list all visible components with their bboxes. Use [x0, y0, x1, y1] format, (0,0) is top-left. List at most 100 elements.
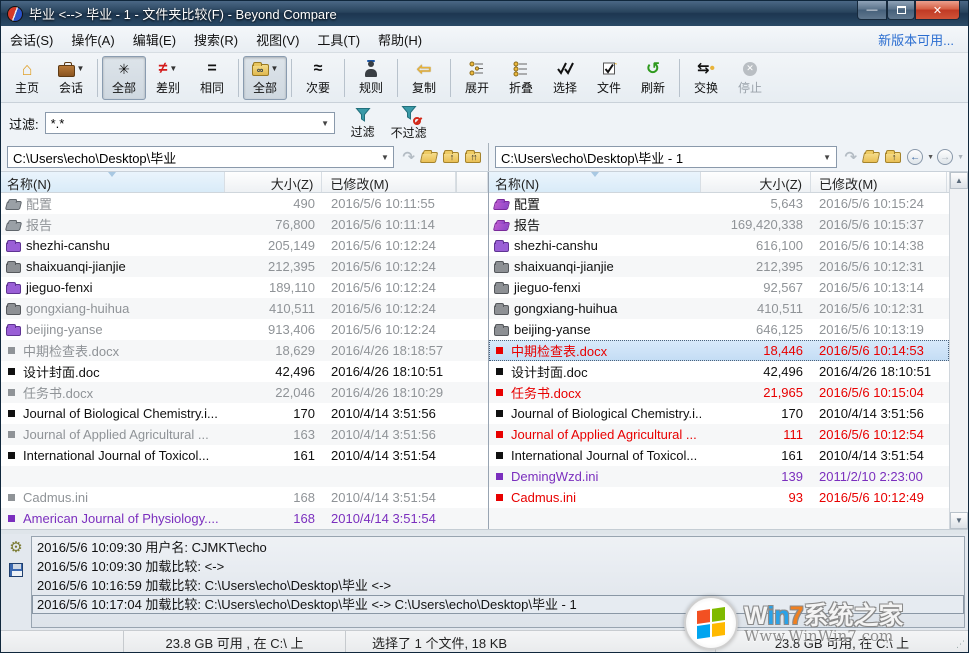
- file-row[interactable]: 配置4902016/5/6 10:11:55: [1, 193, 488, 214]
- toolbar-button-label: 刷新: [641, 79, 665, 96]
- file-row[interactable]: shaixuanqi-jianjie212,3952016/5/6 10:12:…: [1, 256, 488, 277]
- menu-item[interactable]: 搜索(R): [185, 29, 247, 52]
- menu-item[interactable]: 帮助(H): [369, 29, 431, 52]
- file-row[interactable]: Journal of Biological Chemistry.i...1702…: [1, 403, 488, 424]
- dropdown-caret-icon[interactable]: ▼: [77, 64, 85, 73]
- toolbar-button-iconwrap: [364, 59, 378, 79]
- filter-dropdown-icon[interactable]: ▼: [317, 113, 334, 133]
- file-row[interactable]: shezhi-canshu205,1492016/5/6 10:12:24: [1, 235, 488, 256]
- file-row[interactable]: Cadmus.ini932016/5/6 10:12:49: [489, 487, 949, 508]
- toolbar-button-session-briefcase[interactable]: ▼会话: [49, 56, 93, 100]
- left-path-combobox[interactable]: C:\Users\echo\Desktop\毕业 ▼: [7, 146, 394, 168]
- row-name: 设计封面.doc: [23, 362, 100, 381]
- menu-item[interactable]: 视图(V): [247, 29, 308, 52]
- file-row[interactable]: shaixuanqi-jianjie212,3952016/5/6 10:12:…: [489, 256, 949, 277]
- file-row[interactable]: Journal of Biological Chemistry.i...1702…: [489, 403, 949, 424]
- file-row[interactable]: beijing-yanse913,4062016/5/6 10:12:24: [1, 319, 488, 340]
- toolbar-button-copy-arrow[interactable]: ⇦复制: [402, 56, 446, 100]
- column-header-size[interactable]: 大小(Z): [225, 172, 323, 192]
- file-row[interactable]: 中期检查表.docx18,6292016/4/26 18:18:57: [1, 340, 488, 361]
- menu-item[interactable]: 编辑(E): [124, 29, 185, 52]
- menu-item[interactable]: 操作(A): [62, 29, 123, 52]
- row-modified: 2016/4/26 18:10:29: [323, 385, 457, 400]
- file-row[interactable]: 中期检查表.docx18,4462016/5/6 10:14:53: [489, 340, 949, 361]
- file-row[interactable]: International Journal of Toxicol...16120…: [1, 445, 488, 466]
- title-bar: 毕业 <--> 毕业 - 1 - 文件夹比较(F) - Beyond Compa…: [1, 1, 968, 26]
- log-options-gear-icon[interactable]: ⚙: [9, 540, 22, 555]
- file-row[interactable]: gongxiang-huihua410,5112016/5/6 10:12:24: [1, 298, 488, 319]
- row-name-cell: gongxiang-huihua: [1, 301, 225, 316]
- scroll-down-icon[interactable]: ▼: [950, 512, 968, 529]
- file-row[interactable]: [1, 466, 488, 487]
- scroll-up-icon[interactable]: ▲: [950, 172, 968, 189]
- file-row[interactable]: Journal of Applied Agricultural ...16320…: [1, 424, 488, 445]
- dropdown-caret-icon[interactable]: ▼: [169, 64, 177, 73]
- toolbar-button-view-all-folder[interactable]: ∞▼全部: [243, 56, 287, 100]
- vertical-scrollbar[interactable]: ▲ ▼: [949, 172, 968, 529]
- resize-grip[interactable]: ⋰: [956, 639, 966, 650]
- file-row[interactable]: 设计封面.doc42,4962016/4/26 18:10:51: [489, 361, 949, 382]
- left-parent-both-button[interactable]: ↑↑: [465, 152, 481, 163]
- toolbar-button-show-all-star[interactable]: ✳全部: [102, 56, 146, 100]
- forward-button[interactable]: →: [937, 149, 953, 165]
- right-path-dropdown-icon[interactable]: ▼: [819, 147, 836, 167]
- file-row[interactable]: shezhi-canshu616,1002016/5/6 10:14:38: [489, 235, 949, 256]
- column-header-modified[interactable]: 已修改(M): [322, 172, 456, 192]
- file-row[interactable]: Cadmus.ini1682010/4/14 3:51:54: [1, 487, 488, 508]
- left-parent-folder-button[interactable]: ↑: [443, 152, 459, 163]
- file-row[interactable]: gongxiang-huihua410,5112016/5/6 10:12:31: [489, 298, 949, 319]
- column-header-name[interactable]: 名称(N): [489, 172, 701, 192]
- toolbar-button-home[interactable]: ⌂主页: [5, 56, 49, 100]
- file-row[interactable]: 任务书.docx21,9652016/5/6 10:15:04: [489, 382, 949, 403]
- file-row[interactable]: 配置5,6432016/5/6 10:15:24: [489, 193, 949, 214]
- column-header-modified[interactable]: 已修改(M): [811, 172, 947, 192]
- left-path-dropdown-icon[interactable]: ▼: [376, 147, 393, 167]
- toolbar-button-refresh[interactable]: ↺刷新: [631, 56, 675, 100]
- toolbar-button-expand[interactable]: 展开: [455, 56, 499, 100]
- file-row[interactable]: jieguo-fenxi189,1102016/5/6 10:12:24: [1, 277, 488, 298]
- right-path-combobox[interactable]: C:\Users\echo\Desktop\毕业 - 1 ▼: [495, 146, 837, 168]
- file-row[interactable]: 报告76,8002016/5/6 10:11:14: [1, 214, 488, 235]
- toolbar-button-stop[interactable]: ✕停止: [728, 56, 772, 100]
- minimize-button[interactable]: —: [857, 1, 887, 20]
- left-browse-folder-button[interactable]: [421, 152, 437, 163]
- toolbar-button-select-check[interactable]: 选择: [543, 56, 587, 100]
- file-row[interactable]: International Journal of Toxicol...16120…: [489, 445, 949, 466]
- dropdown-caret-icon[interactable]: ▼: [271, 64, 279, 73]
- file-row[interactable]: DemingWzd.ini1392011/2/10 2:23:00: [489, 466, 949, 487]
- menu-item[interactable]: 会话(S): [1, 29, 62, 52]
- file-row[interactable]: 设计封面.doc42,4962016/4/26 18:10:51: [1, 361, 488, 382]
- right-browse-folder-button[interactable]: [863, 152, 879, 163]
- toolbar-button-same[interactable]: =相同: [190, 56, 234, 100]
- file-row[interactable]: 任务书.docx22,0462016/4/26 18:10:29: [1, 382, 488, 403]
- filter-button[interactable]: 过滤: [351, 107, 375, 140]
- save-log-icon[interactable]: [9, 563, 23, 577]
- file-row[interactable]: [489, 508, 949, 529]
- column-header-name[interactable]: 名称(N): [1, 172, 225, 192]
- file-row[interactable]: 报告169,420,3382016/5/6 10:15:37: [489, 214, 949, 235]
- new-version-link[interactable]: 新版本可用...: [878, 30, 968, 49]
- menu-item[interactable]: 工具(T): [308, 29, 369, 52]
- row-modified: 2016/5/6 10:15:04: [811, 385, 947, 400]
- back-dropdown-icon[interactable]: ▼: [927, 154, 934, 161]
- file-row[interactable]: beijing-yanse646,1252016/5/6 10:13:19: [489, 319, 949, 340]
- toolbar-button-minor[interactable]: ≈次要: [296, 56, 340, 100]
- forward-dropdown-icon[interactable]: ▼: [957, 154, 964, 161]
- row-modified: 2016/5/6 10:14:53: [811, 343, 947, 358]
- file-row[interactable]: American Journal of Physiology....168201…: [1, 508, 488, 529]
- close-button[interactable]: ✕: [915, 1, 960, 20]
- file-row[interactable]: jieguo-fenxi92,5672016/5/6 10:13:14: [489, 277, 949, 298]
- file-row[interactable]: Journal of Applied Agricultural ...11120…: [489, 424, 949, 445]
- toolbar-button-differences[interactable]: ≠▼差别: [146, 56, 190, 100]
- toolbar-button-swap[interactable]: ⇆•交换: [684, 56, 728, 100]
- filter-combobox[interactable]: *.* ▼: [45, 112, 335, 134]
- right-parent-folder-button[interactable]: ↑: [885, 152, 901, 163]
- compare-area: 名称(N)大小(Z)已修改(M)配置4902016/5/6 10:11:55报告…: [1, 172, 968, 529]
- toolbar-button-file-check[interactable]: 文件: [587, 56, 631, 100]
- back-button[interactable]: ←: [907, 149, 923, 165]
- exclude-filter-button[interactable]: 不过滤: [391, 105, 427, 141]
- column-header-size[interactable]: 大小(Z): [701, 172, 811, 192]
- maximize-button[interactable]: [887, 1, 915, 20]
- toolbar-button-rules-referee[interactable]: 规则: [349, 56, 393, 100]
- toolbar-button-collapse[interactable]: 折叠: [499, 56, 543, 100]
